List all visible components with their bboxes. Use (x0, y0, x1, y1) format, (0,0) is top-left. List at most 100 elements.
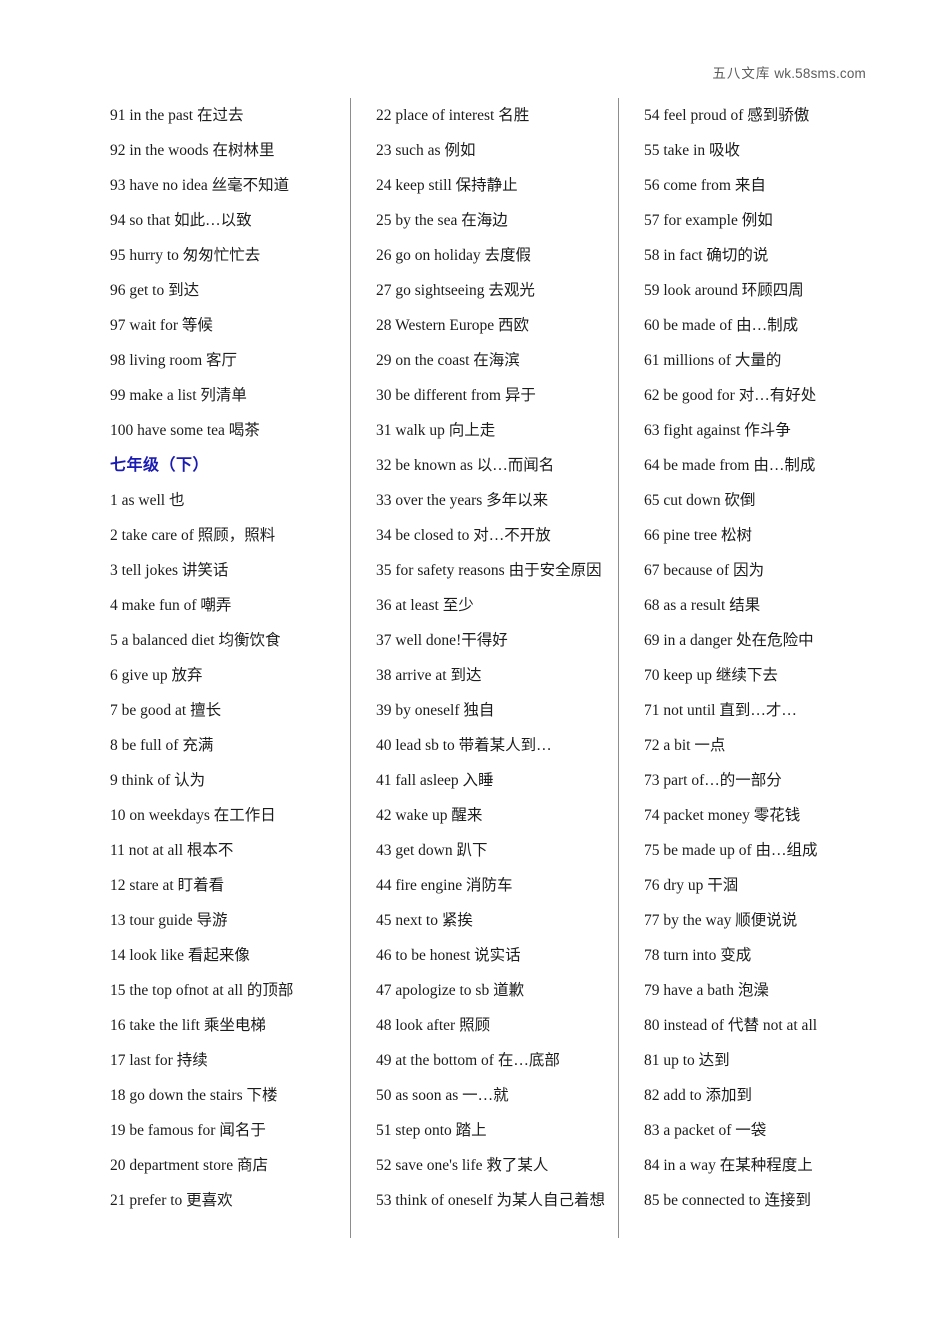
phrase-entry: 15 the top ofnot at all 的顶部 (110, 982, 294, 999)
document-page: 五八文库 wk.58sms.com 91 in the past 在过去 92 i… (0, 0, 950, 1344)
phrase-entry: 37 well done!干得好 (376, 632, 508, 649)
phrase-entry: 71 not until 直到…才… (644, 702, 797, 719)
phrase-entry: 21 prefer to 更喜欢 (110, 1192, 233, 1209)
phrase-entry: 33 over the years 多年以来 (376, 492, 549, 509)
phrase-entry: 57 for example 例如 (644, 212, 773, 229)
phrase-entry: 43 get down 趴下 (376, 842, 488, 859)
phrase-entry: 9 think of 认为 (110, 772, 206, 789)
phrase-column-2: 22 place of interest 名胜 23 such as 例如 24 k… (350, 98, 618, 1238)
phrase-entry: 40 lead sb to 带着某人到… (376, 737, 552, 754)
phrase-entry: 29 on the coast 在海滨 (376, 352, 520, 369)
phrase-entry: 53 think of oneself 为某人自己着想 (376, 1192, 606, 1209)
phrase-entry: 47 apologize to sb 道歉 (376, 982, 525, 999)
phrase-entry: 69 in a danger 处在危险中 (644, 632, 814, 649)
phrase-entry: 100 have some tea 喝茶 (110, 422, 260, 439)
phrase-entry: 6 give up 放弃 (110, 667, 203, 684)
phrase-entry: 28 Western Europe 西欧 (376, 317, 530, 334)
phrase-entry: 12 stare at 盯着看 (110, 877, 225, 894)
phrase-entry: 34 be closed to 对…不开放 (376, 527, 551, 544)
phrase-entry: 27 go sightseeing 去观光 (376, 282, 535, 299)
phrase-entry: 55 take in 吸收 (644, 142, 740, 159)
phrase-entry: 65 cut down 砍倒 (644, 492, 756, 509)
grade-section-heading: 七年级（下） (110, 457, 210, 474)
phrase-entry: 45 next to 紧挨 (376, 912, 473, 929)
phrase-entry: 82 add to 添加到 (644, 1087, 753, 1104)
phrase-entry: 93 have no idea 丝毫不知道 (110, 177, 290, 194)
phrase-entry: 94 so that 如此…以致 (110, 212, 252, 229)
phrase-entry: 79 have a bath 泡澡 (644, 982, 769, 999)
phrase-entry: 49 at the bottom of 在…底部 (376, 1052, 560, 1069)
phrase-entry: 44 fire engine 消防车 (376, 877, 513, 894)
phrase-entry: 35 for safety reasons 由于安全原因 (376, 562, 602, 579)
phrase-entry: 10 on weekdays 在工作日 (110, 807, 276, 824)
phrase-entry: 97 wait for 等候 (110, 317, 213, 334)
phrase-entry: 99 make a list 列清单 (110, 387, 247, 404)
phrase-entry: 20 department store 商店 (110, 1157, 268, 1174)
phrase-entry: 58 in fact 确切的说 (644, 247, 769, 264)
phrase-entry: 98 living room 客厅 (110, 352, 238, 369)
phrase-entry: 91 in the past 在过去 (110, 107, 244, 124)
phrase-entry: 68 as a result 结果 (644, 597, 761, 614)
phrase-entry: 3 tell jokes 讲笑话 (110, 562, 229, 579)
phrase-entry: 59 look around 环顾四周 (644, 282, 804, 299)
phrase-entry: 38 arrive at 到达 (376, 667, 482, 684)
phrase-entry: 70 keep up 继续下去 (644, 667, 778, 684)
phrase-entry: 46 to be honest 说实话 (376, 947, 521, 964)
phrase-entry: 92 in the woods 在树林里 (110, 142, 275, 159)
phrase-entry: 11 not at all 根本不 (110, 842, 234, 859)
phrase-entry: 78 turn into 变成 (644, 947, 752, 964)
phrase-entry: 51 step onto 踏上 (376, 1122, 487, 1139)
phrase-entry: 39 by oneself 独自 (376, 702, 495, 719)
phrase-entry: 72 a bit 一点 (644, 737, 726, 754)
phrase-entry: 48 look after 照顾 (376, 1017, 491, 1034)
phrase-entry: 74 packet money 零花钱 (644, 807, 801, 824)
watermark-url: wk.58sms.com (774, 66, 866, 81)
phrase-entry: 25 by the sea 在海边 (376, 212, 508, 229)
phrase-entry: 73 part of…的一部分 (644, 772, 782, 789)
phrase-entry: 24 keep still 保持静止 (376, 177, 518, 194)
phrase-entry: 41 fall asleep 入睡 (376, 772, 494, 789)
phrase-entry: 62 be good for 对…有好处 (644, 387, 817, 404)
phrase-entry: 52 save one's life 救了某人 (376, 1157, 549, 1174)
phrase-entry: 80 instead of 代替 not at all (644, 1017, 818, 1034)
phrase-entry: 81 up to 达到 (644, 1052, 730, 1069)
phrase-column-1: 91 in the past 在过去 92 in the woods 在树林里 93… (0, 98, 350, 1218)
phrase-entry: 83 a packet of 一袋 (644, 1122, 767, 1139)
phrase-entry: 75 be made up of 由…组成 (644, 842, 818, 859)
phrase-entry: 42 wake up 醒来 (376, 807, 483, 824)
phrase-entry: 61 millions of 大量的 (644, 352, 782, 369)
phrase-columns: 91 in the past 在过去 92 in the woods 在树林里 93… (0, 98, 950, 1238)
phrase-entry: 84 in a way 在某种程度上 (644, 1157, 813, 1174)
phrase-entry: 1 as well 也 (110, 492, 185, 509)
phrase-entry: 30 be different from 异于 (376, 387, 536, 404)
phrase-entry: 22 place of interest 名胜 (376, 107, 530, 124)
phrase-entry: 50 as soon as 一…就 (376, 1087, 509, 1104)
phrase-entry: 54 feel proud of 感到骄傲 (644, 107, 810, 124)
phrase-entry: 13 tour guide 导游 (110, 912, 228, 929)
phrase-entry: 14 look like 看起来像 (110, 947, 250, 964)
phrase-entry: 2 take care of 照顾，照料 (110, 527, 276, 544)
phrase-entry: 60 be made of 由…制成 (644, 317, 799, 334)
phrase-entry: 18 go down the stairs 下楼 (110, 1087, 278, 1104)
phrase-entry: 7 be good at 擅长 (110, 702, 222, 719)
phrase-entry: 32 be known as 以…而闻名 (376, 457, 555, 474)
phrase-column-3: 54 feel proud of 感到骄傲 55 take in 吸收 56 com… (618, 98, 950, 1238)
phrase-entry: 96 get to 到达 (110, 282, 200, 299)
phrase-entry: 67 because of 因为 (644, 562, 765, 579)
phrase-entry: 76 dry up 干涸 (644, 877, 739, 894)
phrase-entry: 95 hurry to 匆匆忙忙去 (110, 247, 261, 264)
phrase-entry: 19 be famous for 闻名于 (110, 1122, 266, 1139)
phrase-entry: 8 be full of 充满 (110, 737, 214, 754)
phrase-entry: 36 at least 至少 (376, 597, 474, 614)
phrase-entry: 56 come from 来自 (644, 177, 766, 194)
phrase-entry: 85 be connected to 连接到 (644, 1192, 812, 1209)
phrase-entry: 64 be made from 由…制成 (644, 457, 816, 474)
phrase-entry: 5 a balanced diet 均衡饮食 (110, 632, 281, 649)
phrase-entry: 23 such as 例如 (376, 142, 476, 159)
phrase-entry: 26 go on holiday 去度假 (376, 247, 531, 264)
phrase-entry: 31 walk up 向上走 (376, 422, 496, 439)
watermark: 五八文库 wk.58sms.com (712, 62, 866, 82)
watermark-cn-label: 五八文库 (712, 66, 771, 81)
phrase-entry: 63 fight against 作斗争 (644, 422, 791, 439)
phrase-entry: 16 take the lift 乘坐电梯 (110, 1017, 266, 1034)
